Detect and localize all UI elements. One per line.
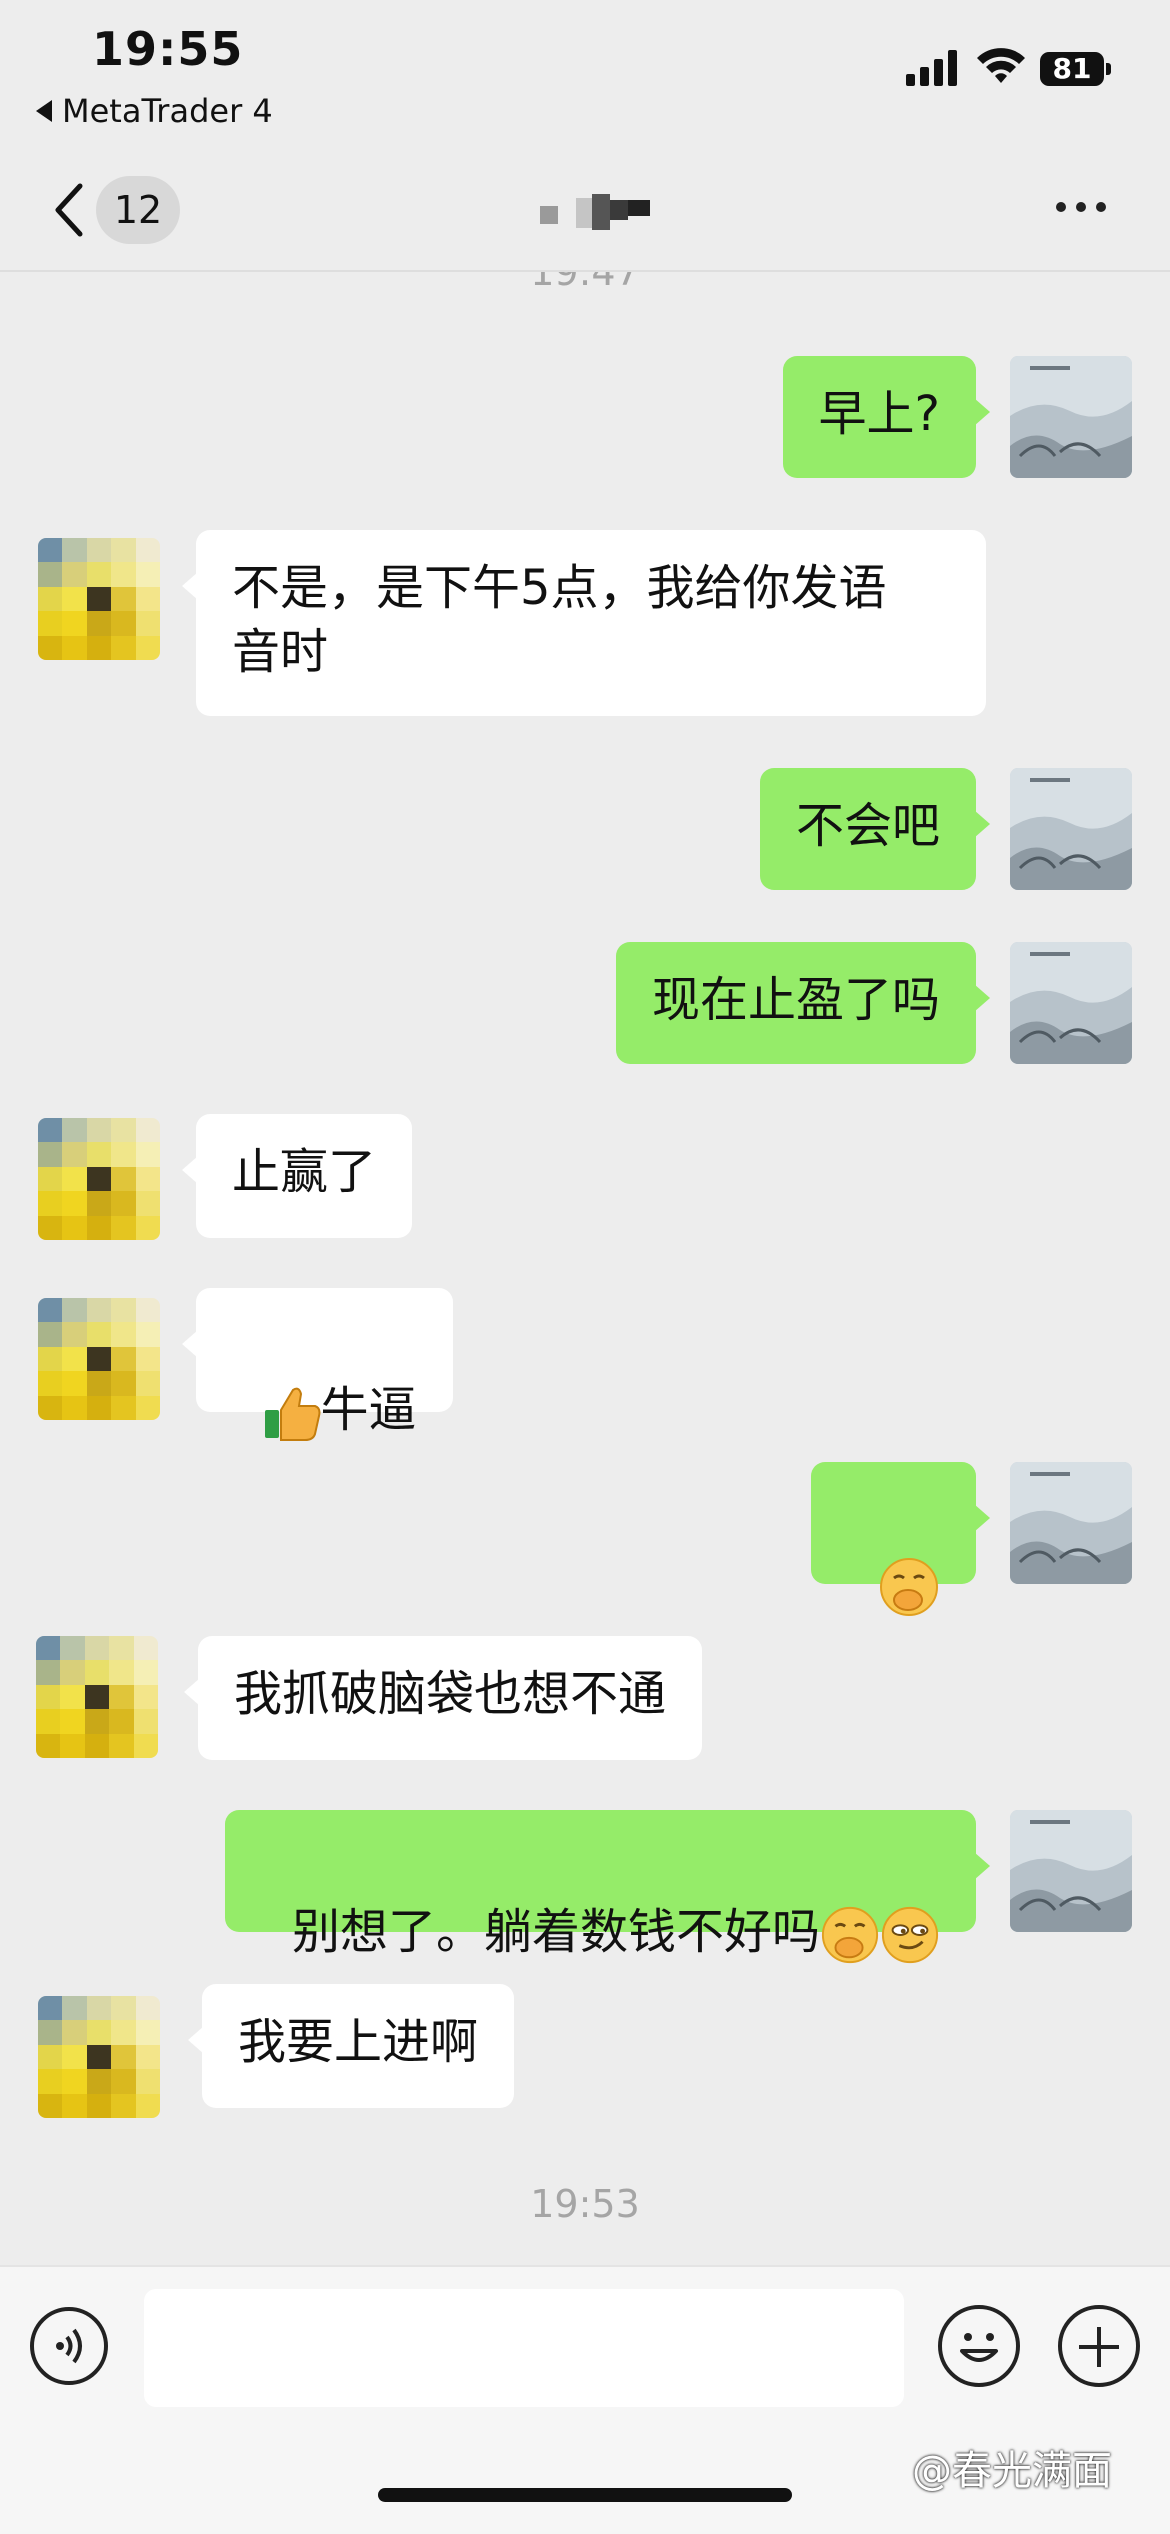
message-bubble-outgoing[interactable]: 别想了。躺着数钱不好吗 <box>225 1810 990 1964</box>
header-divider <box>0 270 1170 272</box>
watermark: @春光满面 <box>912 2448 1112 2494</box>
my-avatar[interactable] <box>1010 768 1132 890</box>
face-with-hand-over-mouth-icon <box>821 1906 879 1964</box>
chat-header: 12 <box>0 150 1170 270</box>
battery-icon: 81 <box>1040 52 1111 86</box>
voice-input-button[interactable] <box>30 2307 108 2385</box>
my-avatar[interactable] <box>1010 356 1132 478</box>
message-bubble-outgoing[interactable] <box>811 1462 990 1616</box>
my-avatar[interactable] <box>1010 1810 1132 1932</box>
landscape-painting-icon <box>1010 768 1132 890</box>
status-bar: 19:55 MetaTrader 4 81 <box>0 0 1170 140</box>
contact-name-pixelated <box>540 194 660 230</box>
my-avatar[interactable] <box>1010 1462 1132 1584</box>
voice-icon <box>56 2328 82 2364</box>
message-bubble-incoming[interactable]: 止赢了 <box>181 1114 413 1238</box>
back-app-label: MetaTrader 4 <box>62 92 273 130</box>
landscape-painting-icon <box>1010 356 1132 478</box>
status-time: 19:55 <box>92 22 244 76</box>
message-bubble-incoming[interactable]: 不是，是下午5点，我给你发语 音时 <box>182 530 986 716</box>
face-with-hand-over-mouth-icon <box>880 1558 938 1616</box>
contact-avatar[interactable] <box>38 538 160 660</box>
message-bubble-incoming[interactable]: 牛逼 <box>182 1288 453 1441</box>
wifi-icon <box>977 48 1025 83</box>
message-bubble-outgoing[interactable]: 早上? <box>782 356 991 478</box>
landscape-painting-icon <box>1010 942 1132 1064</box>
timestamp-bottom: 19:53 <box>530 2182 640 2226</box>
back-triangle-icon <box>36 100 52 122</box>
back-to-app-link[interactable]: MetaTrader 4 <box>36 92 273 130</box>
smirking-face-icon <box>881 1906 939 1964</box>
back-chevron-icon[interactable] <box>50 180 90 240</box>
emoji-button[interactable] <box>938 2305 1020 2387</box>
message-bubble-incoming[interactable]: 我要上进啊 <box>187 1984 515 2108</box>
contact-avatar[interactable] <box>38 1298 160 1420</box>
contact-avatar[interactable] <box>36 1636 158 1758</box>
smiley-icon <box>960 2333 998 2362</box>
message-bubble-outgoing[interactable]: 不会吧 <box>759 768 991 890</box>
my-avatar[interactable] <box>1010 942 1132 1064</box>
more-functions-button[interactable] <box>1058 2305 1140 2387</box>
message-bubble-outgoing[interactable]: 现在止盈了吗 <box>615 942 991 1064</box>
message-text: 别想了。躺着数钱不好吗 <box>291 1904 820 1960</box>
unread-count-badge[interactable]: 12 <box>96 176 180 244</box>
thumbs-up-icon <box>264 1387 321 1441</box>
landscape-painting-icon <box>1010 1810 1132 1932</box>
contact-avatar[interactable] <box>38 1996 160 2118</box>
home-indicator[interactable] <box>378 2488 792 2502</box>
landscape-painting-icon <box>1010 1462 1132 1584</box>
contact-avatar[interactable] <box>38 1118 160 1240</box>
cellular-signal-icon <box>906 48 957 86</box>
more-options-icon[interactable] <box>1056 202 1106 212</box>
message-text: 牛逼 <box>320 1382 417 1438</box>
message-bubble-incoming[interactable]: 我抓破脑袋也想不通 <box>183 1636 703 1760</box>
message-input[interactable] <box>144 2289 904 2407</box>
